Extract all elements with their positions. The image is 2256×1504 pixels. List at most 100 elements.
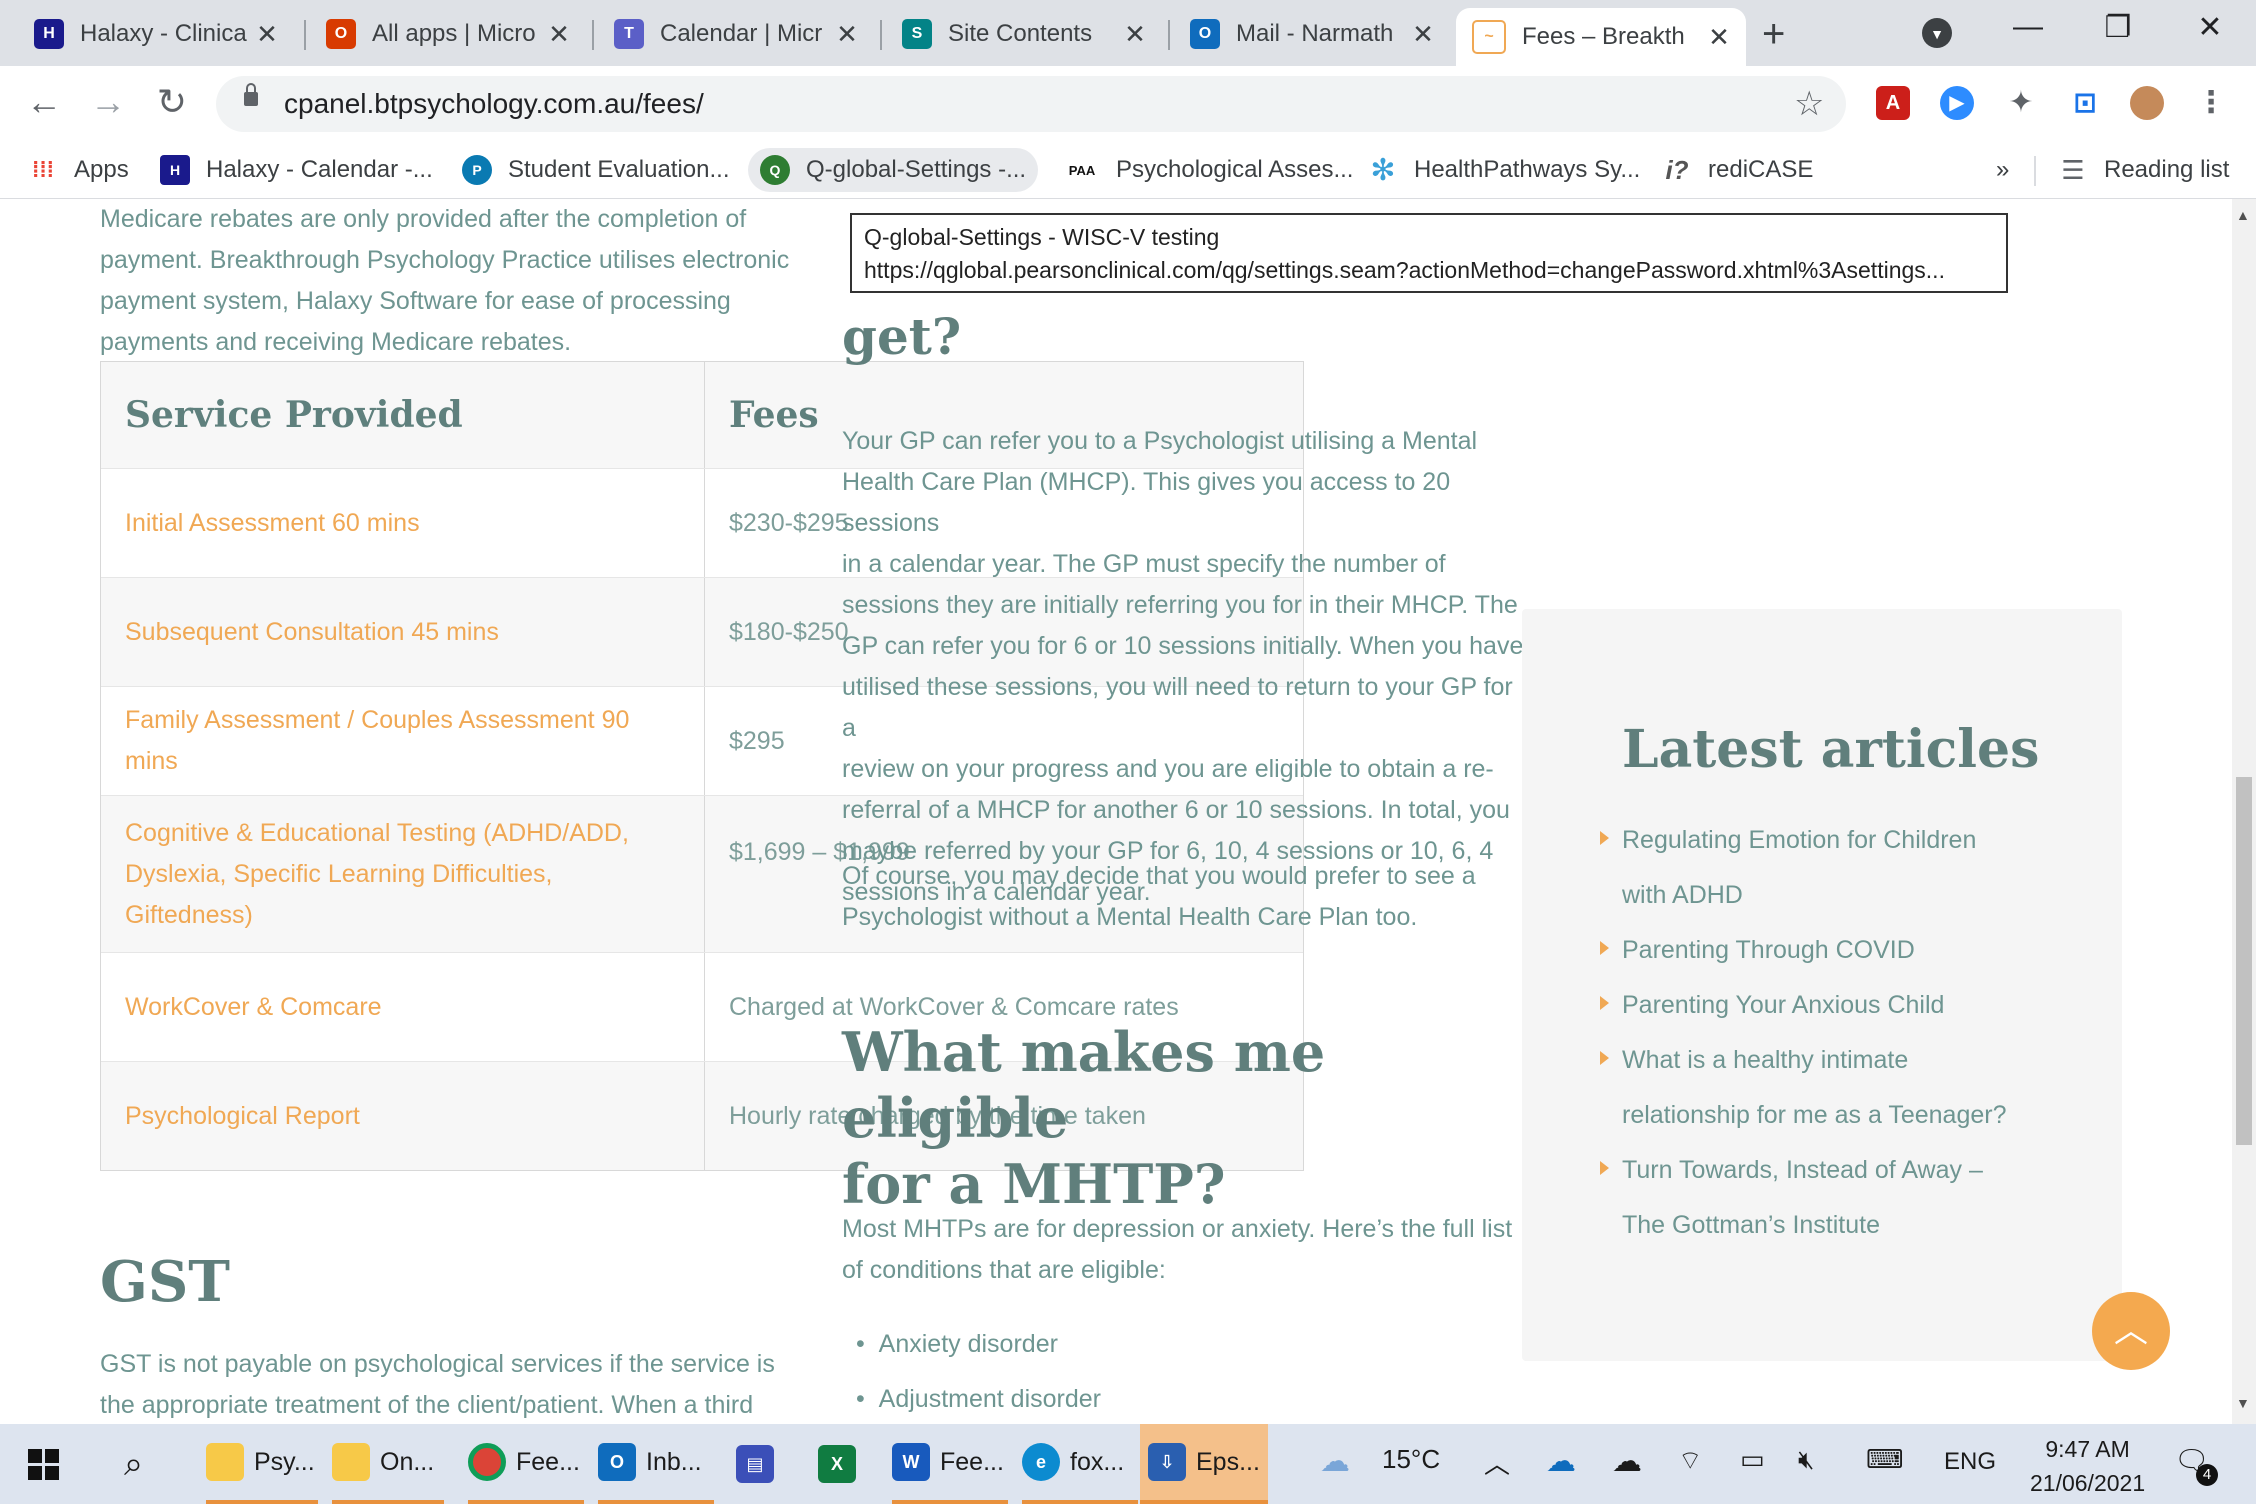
outlook-icon: O (598, 1443, 636, 1481)
address-bar[interactable]: cpanel.btpsychology.com.au/fees/ ☆ (216, 76, 1846, 132)
weather-temperature[interactable]: 15°C (1382, 1444, 1440, 1475)
extensions-puzzle-icon[interactable]: ✦ (2004, 86, 2038, 120)
service-link[interactable]: Family Assessment / Couples Assessment 9… (125, 700, 680, 782)
reading-list-button[interactable]: ☰ Reading list (2058, 148, 2229, 192)
input-language[interactable]: ENG (1944, 1448, 1996, 1476)
service-link[interactable]: WorkCover & Comcare (125, 987, 382, 1028)
clock[interactable]: 9:47 AM 21/06/2021 (2030, 1432, 2145, 1500)
start-button[interactable] (28, 1424, 59, 1504)
bookmark-halaxy[interactable]: H Halaxy - Calendar -... (160, 148, 433, 192)
page-scrollbar[interactable]: ▲ ▼ (2232, 199, 2256, 1424)
restore-button[interactable]: ❐ (2088, 10, 2148, 45)
text-line: sessions they are initially referring yo… (842, 591, 1518, 619)
article-link[interactable]: Parenting Through COVID (1600, 923, 2042, 978)
bookmark-apps[interactable]: ⁞⁞⁞ Apps (28, 148, 129, 192)
bookmark-star-icon[interactable]: ☆ (1794, 84, 1824, 124)
url-text[interactable]: cpanel.btpsychology.com.au/fees/ (284, 88, 704, 120)
bookmark-label: Apps (74, 156, 129, 183)
bookmark-student-evaluation[interactable]: P Student Evaluation... (462, 148, 729, 192)
scroll-to-top-button[interactable]: ︿ (2092, 1292, 2170, 1370)
onedrive-icon[interactable]: ☁ (1546, 1444, 1576, 1479)
forward-icon[interactable]: → (84, 78, 132, 126)
taskbar-app[interactable]: O Inb... (598, 1424, 714, 1504)
zoom-extension-icon[interactable]: ▶ (1940, 86, 1974, 120)
taskbar-app[interactable]: ▤ (736, 1424, 796, 1504)
service-link[interactable]: Cognitive & Educational Testing (ADHD/AD… (125, 813, 680, 936)
article-link[interactable]: Turn Towards, Instead of Away – The Gott… (1600, 1143, 2042, 1253)
tab-site-contents[interactable]: S Site Contents ✕ (886, 8, 1162, 60)
new-tab-button[interactable]: + (1762, 12, 1785, 56)
close-tab-icon[interactable]: ✕ (1120, 19, 1150, 50)
cast-icon[interactable]: ⊡ (2068, 86, 2102, 120)
back-icon[interactable]: ← (20, 78, 68, 126)
minimize-button[interactable]: — (1998, 10, 2058, 44)
close-tab-icon[interactable]: ✕ (252, 19, 282, 50)
bookmark-qglobal[interactable]: Q Q-global-Settings -... (748, 148, 1039, 192)
tab-title: Fees – Breakth (1522, 23, 1685, 50)
volume-muted-icon[interactable]: 🔇︎ (1798, 1444, 1814, 1476)
taskbar-app[interactable]: W Fee... (892, 1424, 1008, 1504)
close-window-button[interactable]: ✕ (2180, 10, 2240, 45)
search-icon[interactable]: ⌕ (124, 1424, 143, 1504)
bookmark-tooltip: Q-global-Settings - WISC-V testing https… (850, 213, 2008, 293)
scroll-down-arrow-icon[interactable]: ▼ (2236, 1395, 2250, 1411)
article-link[interactable]: What is a healthy intimate relationship … (1600, 1033, 2082, 1143)
bookmark-label: Halaxy - Calendar -... (206, 156, 433, 183)
service-link[interactable]: Initial Assessment 60 mins (125, 503, 420, 544)
tab-mail[interactable]: O Mail - Narmath ✕ (1174, 8, 1450, 60)
scrollbar-thumb[interactable] (2236, 777, 2252, 1145)
taskbar-app[interactable]: Psy... (206, 1424, 318, 1504)
tab-all-apps[interactable]: O All apps | Micro ✕ (310, 8, 586, 60)
weather-icon[interactable]: ☁ (1320, 1444, 1350, 1479)
text-line: Of course, you may decide that you would… (842, 862, 1476, 890)
profile-avatar[interactable] (2130, 86, 2164, 120)
reload-icon[interactable]: ↻ (148, 78, 196, 126)
bookmarks-overflow-button[interactable]: » (1996, 148, 2009, 192)
bookmark-label: Q-global-Settings -... (806, 156, 1027, 183)
close-tab-icon[interactable]: ✕ (1408, 19, 1438, 50)
article-link[interactable]: Parenting Your Anxious Child (1600, 978, 2042, 1033)
wifi-icon[interactable]: ⌔ (1678, 1444, 1702, 1477)
close-tab-icon[interactable]: ✕ (832, 19, 862, 50)
text-line: Psychologist without a Mental Health Car… (842, 903, 1418, 931)
text-line: Health Care Plan (MHCP). This gives you … (842, 468, 1451, 537)
gst-paragraph: GST is not payable on psychological serv… (100, 1344, 820, 1424)
sessions-paragraph: Your GP can refer you to a Psychologist … (842, 421, 1532, 913)
tab-calendar[interactable]: T Calendar | Micr ✕ (598, 8, 874, 60)
tab-title: Halaxy - Clinica (80, 20, 247, 47)
text-line: Your GP can refer you to a Psychologist … (842, 427, 1478, 455)
service-link[interactable]: Subsequent Consultation 45 mins (125, 612, 499, 653)
tab-halaxy[interactable]: H Halaxy - Clinica ✕ (18, 8, 294, 60)
gst-heading: GST (100, 1249, 230, 1315)
paa-icon: PAA (1068, 162, 1096, 178)
close-tab-icon[interactable]: ✕ (544, 19, 574, 50)
battery-icon[interactable]: ▭ (1740, 1444, 1765, 1475)
list-item: • Adjustment disorder (856, 1385, 1101, 1413)
reading-list-icon: ☰ (2061, 154, 2085, 185)
apps-grid-icon: ⁞⁞⁞ (32, 157, 54, 182)
taskbar-app-label: fox... (1070, 1447, 1125, 1476)
office-icon: O (326, 19, 356, 49)
taskbar-app[interactable]: On... (332, 1424, 444, 1504)
acrobat-extension-icon[interactable]: A (1876, 86, 1910, 120)
menu-kebab-icon[interactable]: ⋮ (2194, 86, 2228, 120)
bookmark-healthpathways[interactable]: ✻ HealthPathways Sy... (1368, 148, 1640, 192)
bookmark-redicase[interactable]: i? rediCASE (1662, 148, 1813, 192)
taskbar-app[interactable]: X (818, 1424, 878, 1504)
taskbar-app[interactable]: ⇩ Eps... (1140, 1424, 1268, 1504)
close-tab-icon[interactable]: ✕ (1704, 22, 1734, 53)
column-header-service: Service Provided (125, 394, 463, 436)
taskbar-app[interactable]: e fox... (1022, 1424, 1138, 1504)
scroll-up-arrow-icon[interactable]: ▲ (2236, 207, 2250, 223)
bookmark-psychological-assessments[interactable]: PAA Psychological Asses... (1064, 148, 1354, 192)
tab-fees[interactable]: ~ Fees – Breakth ✕ (1456, 8, 1746, 66)
tab-search-icon[interactable]: ▼ (1922, 18, 1952, 48)
taskbar-app-label: Eps... (1196, 1447, 1260, 1476)
taskbar-app[interactable]: Fee... (468, 1424, 584, 1504)
service-link[interactable]: Psychological Report (125, 1096, 360, 1137)
cloud-sync-icon[interactable]: ☁ (1612, 1444, 1642, 1479)
lock-icon[interactable] (244, 83, 258, 106)
article-link[interactable]: Regulating Emotion for Children with ADH… (1600, 813, 2042, 923)
keyboard-icon[interactable]: ⌨ (1866, 1444, 1904, 1475)
show-hidden-icons-icon[interactable]: ︿ (1484, 1444, 1510, 1481)
